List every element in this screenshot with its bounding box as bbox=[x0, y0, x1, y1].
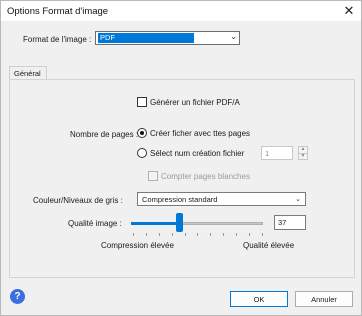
image-quality-value-input[interactable]: 37 bbox=[274, 215, 306, 230]
image-format-select[interactable]: PDF ⌄ bbox=[95, 31, 240, 45]
image-format-label: Format de l'image : bbox=[23, 35, 92, 44]
title-bar: Options Format d'image ✕ bbox=[1, 1, 361, 21]
high-quality-label: Qualité élevée bbox=[243, 241, 295, 250]
tab-general[interactable]: Général bbox=[9, 66, 47, 80]
radio-all-pages-label: Créer ficher avec ttes pages bbox=[150, 128, 251, 138]
cancel-button[interactable]: Annuler bbox=[295, 291, 353, 307]
image-quality-slider-thumb[interactable] bbox=[176, 213, 183, 232]
pdfa-checkbox-label: Générer un fichier PDF/A bbox=[150, 97, 240, 107]
color-grayscale-select[interactable]: Compression standard ⌄ bbox=[137, 192, 306, 206]
image-format-options-dialog: Options Format d'image ✕ Format de l'ima… bbox=[0, 0, 362, 316]
image-quality-slider-fill bbox=[131, 222, 180, 225]
spin-down-icon[interactable]: ▼ bbox=[299, 153, 307, 160]
close-icon[interactable]: ✕ bbox=[341, 3, 357, 19]
image-quality-slider-ticks bbox=[133, 233, 263, 236]
count-blank-pages-label: Compter pages blanches bbox=[161, 171, 250, 181]
dialog-title: Options Format d'image bbox=[7, 6, 109, 17]
page-number-spin-buttons[interactable]: ▲ ▼ bbox=[298, 146, 308, 160]
radio-select-pages[interactable] bbox=[137, 148, 147, 158]
image-format-value: PDF bbox=[98, 33, 194, 43]
radio-all-pages-row[interactable]: Créer ficher avec ttes pages bbox=[137, 128, 250, 138]
ok-button[interactable]: OK bbox=[230, 291, 288, 307]
pdfa-checkbox-row[interactable]: Générer un fichier PDF/A bbox=[137, 97, 240, 107]
pdfa-checkbox[interactable] bbox=[137, 97, 147, 107]
question-mark-icon[interactable]: ? bbox=[10, 289, 25, 304]
color-grayscale-label: Couleur/Niveaux de gris : bbox=[33, 196, 123, 205]
count-blank-pages-checkbox[interactable] bbox=[148, 171, 158, 181]
image-quality-label: Qualité image : bbox=[68, 219, 122, 228]
chevron-down-icon: ⌄ bbox=[295, 196, 301, 203]
page-number-spin-input[interactable]: 1 bbox=[261, 146, 293, 160]
radio-all-pages[interactable] bbox=[137, 128, 147, 138]
radio-select-pages-row[interactable]: Sélect num création fichier bbox=[137, 148, 244, 158]
chevron-down-icon: ⌄ bbox=[230, 32, 237, 41]
color-grayscale-value: Compression standard bbox=[142, 195, 218, 204]
page-count-label: Nombre de pages : bbox=[70, 130, 139, 139]
high-compression-label: Compression élevée bbox=[101, 241, 174, 250]
count-blank-pages-row[interactable]: Compter pages blanches bbox=[148, 171, 250, 181]
radio-select-pages-label: Sélect num création fichier bbox=[150, 148, 245, 158]
